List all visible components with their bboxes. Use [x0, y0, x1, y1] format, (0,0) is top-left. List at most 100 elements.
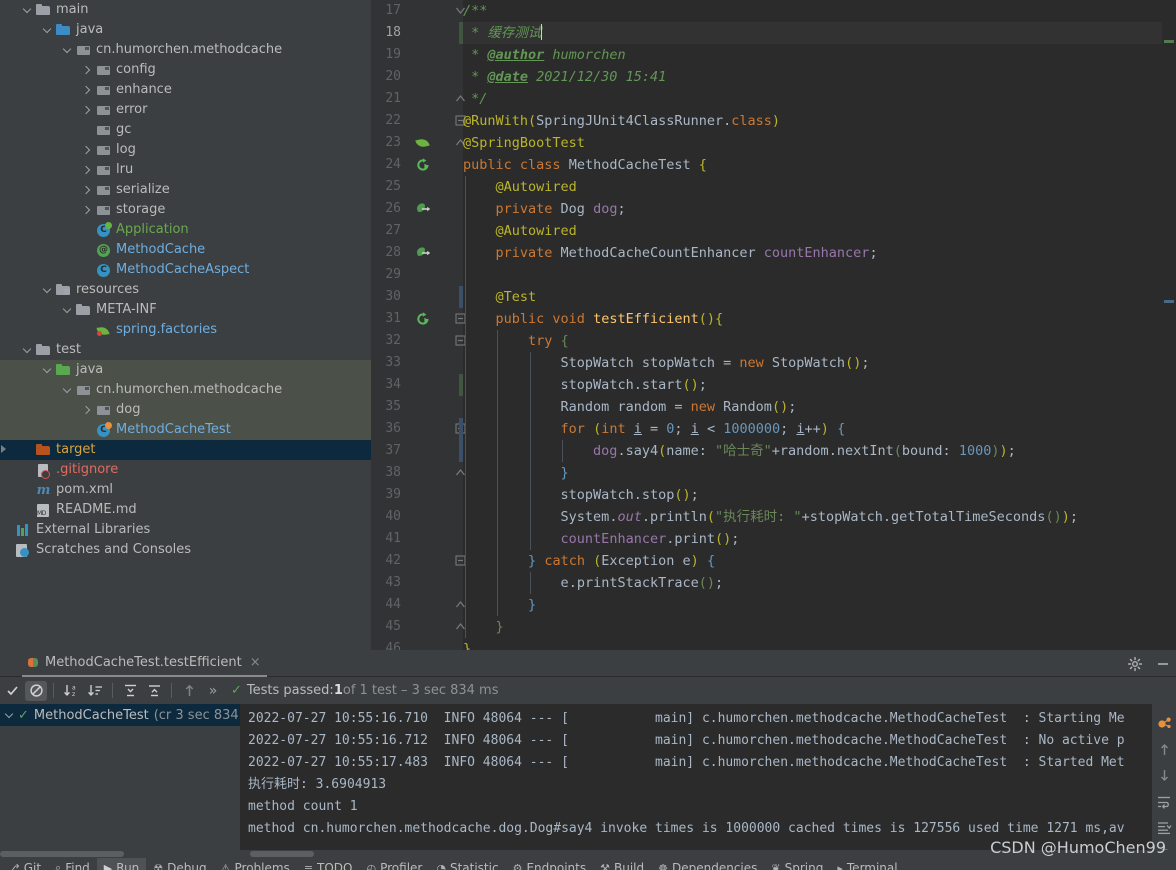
code-line[interactable]: @SpringBootTest [463, 132, 1162, 154]
code-line[interactable]: e.printStackTrace(); [463, 572, 1162, 594]
scroll-to-end-icon[interactable] [1152, 814, 1176, 840]
bean-icon[interactable] [415, 201, 431, 217]
tool-window-button-todo[interactable]: ≡ TODO [297, 858, 360, 870]
tree-row[interactable]: @ MethodCache [0, 240, 371, 260]
tree-row[interactable]: dog [0, 400, 371, 420]
code-line[interactable]: } [463, 638, 1162, 650]
scrollbar-thumb[interactable] [250, 851, 314, 857]
tool-window-button-endpoints[interactable]: ⚙ Endpoints [506, 858, 594, 870]
down-arrow-icon[interactable] [1152, 762, 1176, 788]
code-editor[interactable]: 17 18 19 20 21 22 23 24 25 26 27 28 29 30 31 32 33 34 35 36… [371, 0, 1176, 650]
tree-row[interactable]: main [0, 0, 371, 20]
code-line[interactable]: /** [463, 0, 1162, 22]
tree-row[interactable]: resources [0, 280, 371, 300]
tree-row[interactable]: C MethodCacheTest [0, 420, 371, 440]
tree-row[interactable]: .gitignore [0, 460, 371, 480]
tool-window-button-run[interactable]: ▶ Run [96, 858, 147, 870]
tree-row[interactable]: C MethodCacheAspect [0, 260, 371, 280]
tree-row[interactable]: serialize [0, 180, 371, 200]
tree-row[interactable]: target [0, 440, 371, 460]
chevron-down-icon[interactable] [42, 365, 53, 376]
chevron-down-icon[interactable] [62, 305, 73, 316]
code-line[interactable]: } [463, 462, 1162, 484]
tree-row[interactable]: META-INF [0, 300, 371, 320]
tool-window-button-dependencies[interactable]: ☸ Dependencies [651, 858, 764, 870]
tree-row[interactable]: java [0, 360, 371, 380]
tool-window-button-problems[interactable]: ⚠ Problems [214, 858, 297, 870]
expand-all-icon[interactable] [119, 681, 141, 701]
tree-row[interactable]: cn.humorchen.methodcache [0, 40, 371, 60]
run-test-icon[interactable] [415, 311, 431, 327]
runner-tab[interactable]: MethodCacheTest.testEfficient × [22, 650, 267, 677]
chevron-down-icon[interactable] [22, 345, 33, 356]
sort-by-duration-icon[interactable] [84, 681, 106, 701]
code-line[interactable]: @Autowired [463, 176, 1162, 198]
chevron-right-icon[interactable] [82, 165, 93, 176]
chevron-right-icon[interactable] [82, 65, 93, 76]
tree-row[interactable]: error [0, 100, 371, 120]
spring-leaf-icon[interactable] [415, 135, 431, 151]
editor-gutter[interactable]: 17 18 19 20 21 22 23 24 25 26 27 28 29 30 31 32 33 34 35 36… [371, 0, 466, 650]
code-line[interactable]: * @author humorchen [463, 44, 1162, 66]
tool-window-button-git[interactable]: ⎇ Git [0, 858, 48, 870]
collapse-all-icon[interactable] [143, 681, 165, 701]
project-tree-panel[interactable]: main java cn.humorchen.methodcache config en… [0, 0, 371, 650]
tree-row[interactable]: C Application [0, 220, 371, 240]
code-line[interactable]: * @date 2021/12/30 15:41 [463, 66, 1162, 88]
show-ignored-icon[interactable] [25, 680, 47, 701]
code-line[interactable]: stopWatch.start(); [463, 374, 1162, 396]
code-line[interactable]: @Autowired [463, 220, 1162, 242]
console-output[interactable]: 2022-07-27 10:55:16.710 INFO 48064 --- [… [240, 704, 1152, 850]
code-line[interactable]: for (int i = 0; i < 1000000; i++) { [463, 418, 1162, 440]
chevron-right-icon[interactable] [82, 205, 93, 216]
code-line[interactable]: try { [463, 330, 1162, 352]
chevron-right-icon[interactable] [82, 405, 93, 416]
tree-row[interactable]: java [0, 20, 371, 40]
chevron-right-icon[interactable] [82, 145, 93, 156]
code-line[interactable]: dog.say4(name: "哈士奇"+random.nextInt(boun… [463, 440, 1162, 462]
code-line[interactable] [463, 264, 1162, 286]
tree-row[interactable]: spring.factories [0, 320, 371, 340]
code-line[interactable]: stopWatch.stop(); [463, 484, 1162, 506]
chevron-down-icon[interactable] [42, 25, 53, 36]
code-line[interactable]: } [463, 616, 1162, 638]
more-options-icon[interactable]: » [202, 681, 224, 701]
tool-window-button-statistic[interactable]: ◔ Statistic [429, 858, 505, 870]
expand-arrow-icon[interactable] [1, 445, 6, 453]
chevron-right-icon[interactable] [82, 105, 93, 116]
code-text[interactable]: /** * 缓存测试 * @author humorchen * @date 2… [463, 0, 1162, 650]
tree-row[interactable]: External Libraries [0, 520, 371, 540]
code-line[interactable]: Random random = new Random(); [463, 396, 1162, 418]
minimize-button[interactable] [1155, 656, 1171, 672]
code-line[interactable]: } [463, 594, 1162, 616]
tree-row[interactable]: MD README.md [0, 500, 371, 520]
code-line[interactable]: System.out.println("执行耗时: "+stopWatch.ge… [463, 506, 1162, 528]
tool-window-button-terminal[interactable]: ▸ Terminal [830, 858, 904, 870]
test-results-tree[interactable]: ✓ MethodCacheTest (cr 3 sec 834 ms [0, 704, 240, 850]
chevron-down-icon[interactable] [62, 385, 73, 396]
tool-window-button-profiler[interactable]: ◴ Profiler [360, 858, 430, 870]
editor-scrollbar[interactable] [1162, 0, 1176, 650]
code-line[interactable]: @RunWith(SpringJUnit4ClassRunner.class) [463, 110, 1162, 132]
tool-window-button-build[interactable]: ⚒ Build [593, 858, 651, 870]
chevron-down-icon[interactable] [4, 710, 15, 721]
chevron-right-icon[interactable] [82, 185, 93, 196]
test-toolbar[interactable]: az » ✓ Tests passed: 1 of 1 test – 3 sec [0, 677, 1176, 704]
console-side-toolbar[interactable] [1152, 704, 1176, 859]
tree-row[interactable]: cn.humorchen.methodcache [0, 380, 371, 400]
tree-row[interactable]: log [0, 140, 371, 160]
tree-row[interactable]: m pom.xml [0, 480, 371, 500]
chevron-down-icon[interactable] [42, 285, 53, 296]
scrollbar-thumb[interactable] [0, 851, 124, 857]
tool-window-button-debug[interactable]: ☢ Debug [146, 858, 213, 870]
tool-window-buttons[interactable]: ⎇ Git ⌕ Find ▶ Run ☢ Debug ⚠ Problems ≡ TODO ◴ Profil… [0, 858, 1176, 870]
code-line[interactable]: */ [463, 88, 1162, 110]
soft-wrap-icon[interactable] [1152, 788, 1176, 814]
up-arrow-icon[interactable] [1152, 736, 1176, 762]
code-line[interactable]: } catch (Exception e) { [463, 550, 1162, 572]
tree-row[interactable]: storage [0, 200, 371, 220]
rerun-failed-icon[interactable] [1, 681, 23, 701]
code-line[interactable]: countEnhancer.print(); [463, 528, 1162, 550]
tree-row[interactable]: enhance [0, 80, 371, 100]
code-line[interactable]: StopWatch stopWatch = new StopWatch(); [463, 352, 1162, 374]
